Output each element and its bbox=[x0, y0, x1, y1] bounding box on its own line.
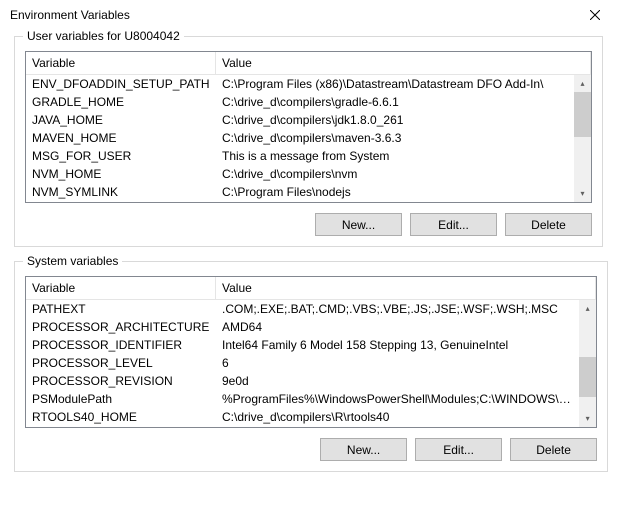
variable-name-cell: ENV_DFOADDIN_SETUP_PATH bbox=[26, 76, 216, 92]
edit-button[interactable]: Edit... bbox=[410, 213, 497, 236]
table-row[interactable]: PSModulePath%ProgramFiles%\WindowsPowerS… bbox=[26, 390, 579, 408]
list-body: PATHEXT.COM;.EXE;.BAT;.CMD;.VBS;.VBE;.JS… bbox=[26, 300, 596, 427]
close-icon bbox=[590, 10, 600, 20]
table-row[interactable]: PATHEXT.COM;.EXE;.BAT;.CMD;.VBS;.VBE;.JS… bbox=[26, 300, 579, 318]
variable-value-cell: 6 bbox=[216, 355, 579, 371]
variable-name-cell: PATHEXT bbox=[26, 301, 216, 317]
list-body: ENV_DFOADDIN_SETUP_PATHC:\Program Files … bbox=[26, 75, 591, 202]
variable-name-cell: NVM_HOME bbox=[26, 166, 216, 182]
system-variables-list[interactable]: Variable Value PATHEXT.COM;.EXE;.BAT;.CM… bbox=[25, 276, 597, 428]
table-row[interactable]: PROCESSOR_ARCHITECTUREAMD64 bbox=[26, 318, 579, 336]
table-row[interactable]: GRADLE_HOMEC:\drive_d\compilers\gradle-6… bbox=[26, 93, 574, 111]
scroll-up-arrow[interactable]: ▴ bbox=[574, 75, 591, 92]
delete-button[interactable]: Delete bbox=[510, 438, 597, 461]
table-row[interactable]: NVM_HOMEC:\drive_d\compilers\nvm bbox=[26, 165, 574, 183]
variable-value-cell: C:\drive_d\compilers\nvm bbox=[216, 166, 574, 182]
dialog-body: User variables for U8004042 Variable Val… bbox=[0, 30, 617, 500]
system-group-title: System variables bbox=[23, 254, 122, 268]
list-header: Variable Value bbox=[26, 52, 591, 75]
edit-button[interactable]: Edit... bbox=[415, 438, 502, 461]
variable-value-cell: Intel64 Family 6 Model 158 Stepping 13, … bbox=[216, 337, 579, 353]
variable-value-cell: C:\drive_d\compilers\jdk1.8.0_261 bbox=[216, 112, 574, 128]
table-row[interactable]: PROCESSOR_REVISION9e0d bbox=[26, 372, 579, 390]
new-button[interactable]: New... bbox=[315, 213, 402, 236]
variable-name-cell: RTOOLS40_HOME bbox=[26, 409, 216, 425]
variable-value-cell: This is a message from System bbox=[216, 148, 574, 164]
scrollbar[interactable]: ▴ ▾ bbox=[574, 75, 591, 202]
variable-value-cell: 9e0d bbox=[216, 373, 579, 389]
variable-name-cell: NVM_SYMLINK bbox=[26, 184, 216, 200]
scroll-track[interactable] bbox=[579, 317, 596, 410]
table-row[interactable]: JAVA_HOMEC:\drive_d\compilers\jdk1.8.0_2… bbox=[26, 111, 574, 129]
dialog-title: Environment Variables bbox=[10, 8, 572, 22]
new-button[interactable]: New... bbox=[320, 438, 407, 461]
variable-value-cell: AMD64 bbox=[216, 319, 579, 335]
system-variables-group: System variables Variable Value PATHEXT.… bbox=[14, 261, 608, 472]
variable-value-cell: C:\drive_d\compilers\R\rtools40 bbox=[216, 409, 579, 425]
close-button[interactable] bbox=[572, 0, 617, 30]
variable-value-cell: C:\Program Files (x86)\Datastream\Datast… bbox=[216, 76, 574, 92]
user-variables-group: User variables for U8004042 Variable Val… bbox=[14, 36, 603, 247]
col-header-variable[interactable]: Variable bbox=[26, 52, 216, 74]
table-row[interactable]: PROCESSOR_IDENTIFIERIntel64 Family 6 Mod… bbox=[26, 336, 579, 354]
variable-name-cell: GRADLE_HOME bbox=[26, 94, 216, 110]
variable-name-cell: JAVA_HOME bbox=[26, 112, 216, 128]
table-row[interactable]: NVM_SYMLINKC:\Program Files\nodejs bbox=[26, 183, 574, 201]
scrollbar[interactable]: ▴ ▾ bbox=[579, 300, 596, 427]
system-button-row: New... Edit... Delete bbox=[25, 438, 597, 461]
titlebar: Environment Variables bbox=[0, 0, 617, 30]
scroll-down-arrow[interactable]: ▾ bbox=[579, 410, 596, 427]
table-row[interactable]: MAVEN_HOMEC:\drive_d\compilers\maven-3.6… bbox=[26, 129, 574, 147]
user-variables-list[interactable]: Variable Value ENV_DFOADDIN_SETUP_PATHC:… bbox=[25, 51, 592, 203]
variable-name-cell: MSG_FOR_USER bbox=[26, 148, 216, 164]
list-header: Variable Value bbox=[26, 277, 596, 300]
table-row[interactable]: MSG_FOR_USERThis is a message from Syste… bbox=[26, 147, 574, 165]
user-group-title: User variables for U8004042 bbox=[23, 29, 184, 43]
variable-value-cell: %ProgramFiles%\WindowsPowerShell\Modules… bbox=[216, 391, 579, 407]
variable-value-cell: .COM;.EXE;.BAT;.CMD;.VBS;.VBE;.JS;.JSE;.… bbox=[216, 301, 579, 317]
scroll-thumb[interactable] bbox=[579, 357, 596, 397]
user-button-row: New... Edit... Delete bbox=[25, 213, 592, 236]
variable-name-cell: MAVEN_HOME bbox=[26, 130, 216, 146]
variable-name-cell: PROCESSOR_ARCHITECTURE bbox=[26, 319, 216, 335]
scroll-track[interactable] bbox=[574, 92, 591, 185]
variable-name-cell: PROCESSOR_LEVEL bbox=[26, 355, 216, 371]
col-header-value[interactable]: Value bbox=[216, 277, 596, 299]
table-row[interactable]: RTOOLS40_HOMEC:\drive_d\compilers\R\rtoo… bbox=[26, 408, 579, 426]
variable-value-cell: C:\drive_d\compilers\maven-3.6.3 bbox=[216, 130, 574, 146]
delete-button[interactable]: Delete bbox=[505, 213, 592, 236]
table-row[interactable]: ENV_DFOADDIN_SETUP_PATHC:\Program Files … bbox=[26, 75, 574, 93]
scroll-down-arrow[interactable]: ▾ bbox=[574, 185, 591, 202]
col-header-variable[interactable]: Variable bbox=[26, 277, 216, 299]
variable-name-cell: PROCESSOR_REVISION bbox=[26, 373, 216, 389]
variable-name-cell: PSModulePath bbox=[26, 391, 216, 407]
variable-value-cell: C:\Program Files\nodejs bbox=[216, 184, 574, 200]
variable-value-cell: C:\drive_d\compilers\gradle-6.6.1 bbox=[216, 94, 574, 110]
scroll-up-arrow[interactable]: ▴ bbox=[579, 300, 596, 317]
table-row[interactable]: PROCESSOR_LEVEL6 bbox=[26, 354, 579, 372]
col-header-value[interactable]: Value bbox=[216, 52, 591, 74]
variable-name-cell: PROCESSOR_IDENTIFIER bbox=[26, 337, 216, 353]
scroll-thumb[interactable] bbox=[574, 92, 591, 137]
